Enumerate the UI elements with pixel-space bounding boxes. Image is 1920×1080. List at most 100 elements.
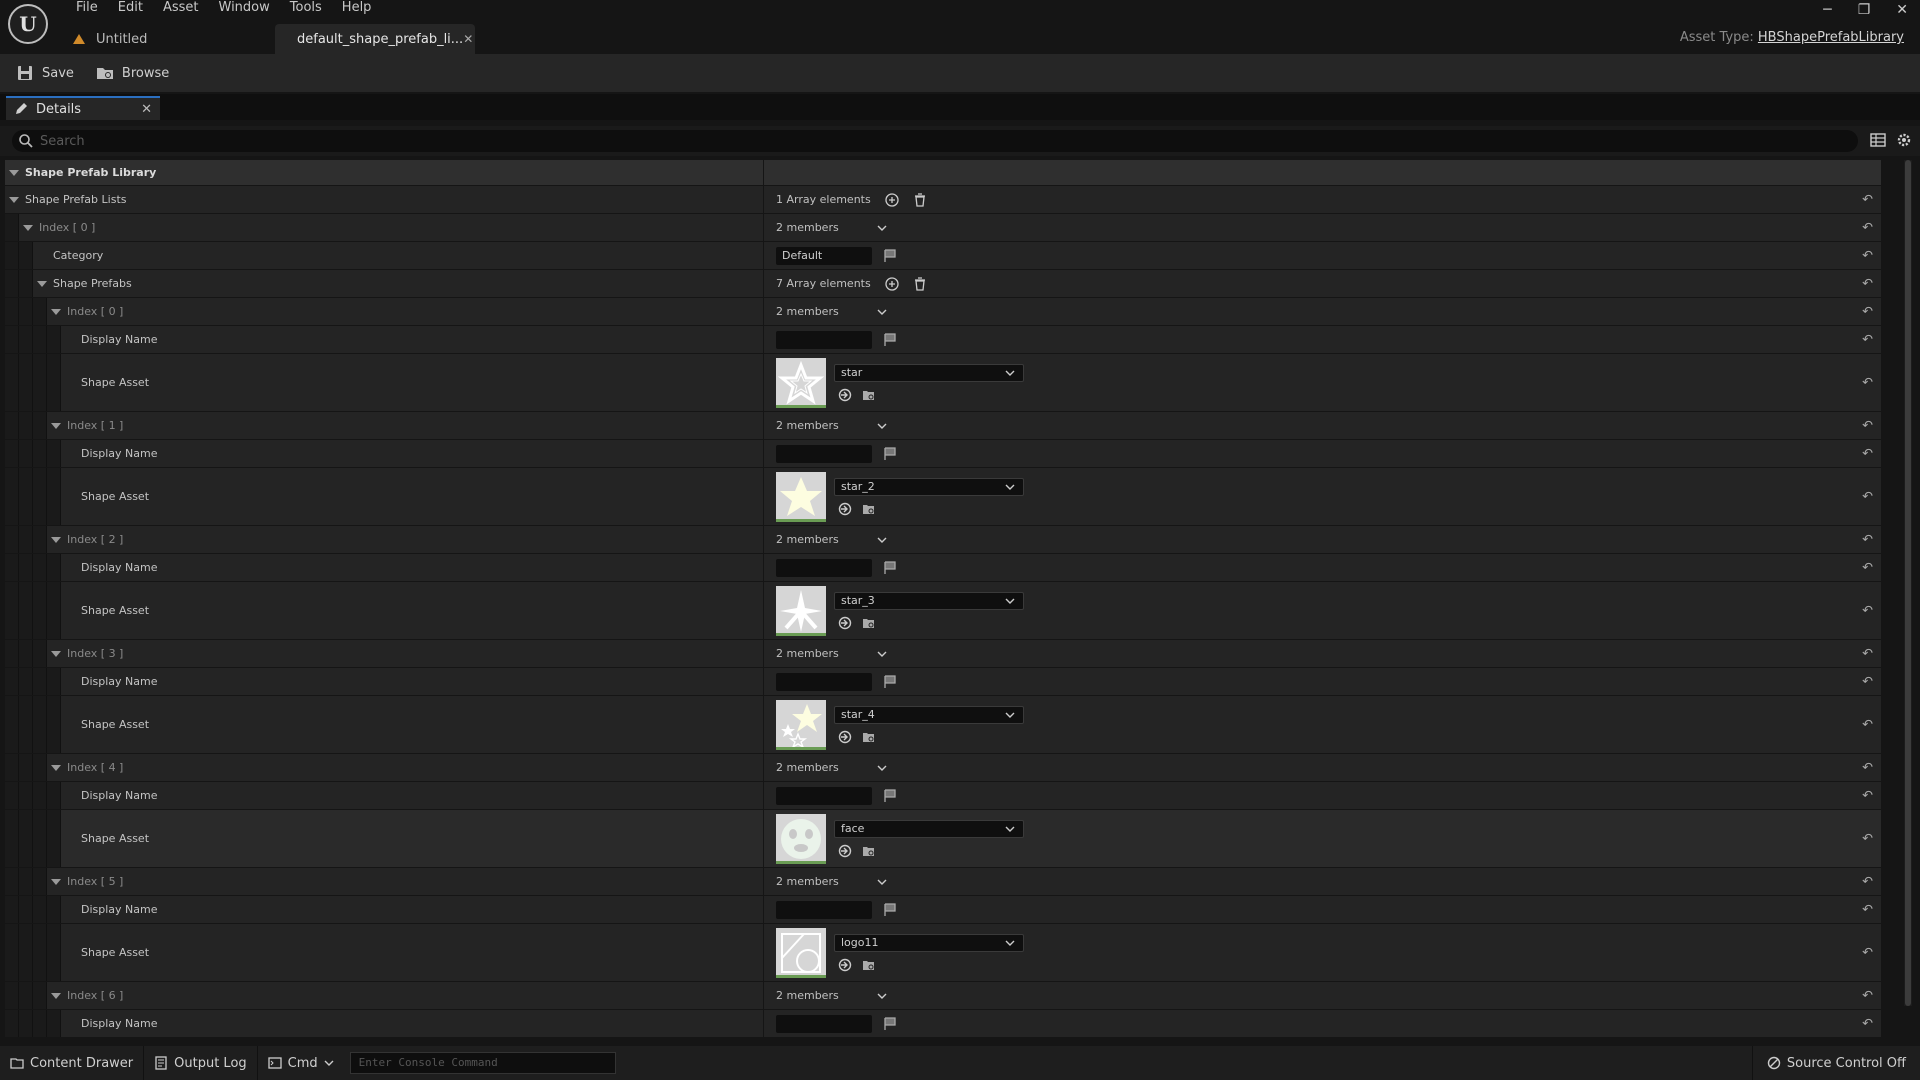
asset-thumbnail[interactable]	[776, 357, 826, 408]
flag-icon[interactable]	[884, 1016, 896, 1031]
flag-icon[interactable]	[884, 560, 896, 575]
reset-icon[interactable]: ↶	[1862, 674, 1873, 689]
reset-icon[interactable]: ↶	[1862, 874, 1873, 889]
reset-icon[interactable]: ↶	[1862, 248, 1873, 263]
flag-icon[interactable]	[884, 674, 896, 689]
collapse-arrow-icon[interactable]	[51, 764, 61, 771]
chevron-down-icon[interactable]	[877, 991, 887, 1001]
add-element-icon[interactable]	[885, 276, 899, 291]
reset-icon[interactable]: ↶	[1862, 304, 1873, 319]
chevron-down-icon[interactable]	[877, 421, 887, 431]
trash-icon[interactable]	[913, 192, 927, 207]
use-selected-icon[interactable]	[838, 844, 852, 858]
scrollbar[interactable]	[1904, 160, 1912, 1006]
search-input[interactable]: Search	[12, 130, 1858, 152]
asset-combo[interactable]: face	[834, 819, 1024, 838]
collapse-arrow-icon[interactable]	[51, 422, 61, 429]
collapse-arrow-icon[interactable]	[51, 308, 61, 315]
browse-button[interactable]: Browse	[96, 64, 169, 82]
flag-icon[interactable]	[884, 446, 896, 461]
reset-icon[interactable]: ↶	[1862, 489, 1873, 504]
reset-icon[interactable]: ↶	[1862, 446, 1873, 461]
console-input[interactable]: Enter Console Command	[349, 1052, 616, 1074]
flag-icon[interactable]	[884, 332, 896, 347]
reset-icon[interactable]: ↶	[1862, 945, 1873, 960]
asset-combo[interactable]: star_3	[834, 591, 1024, 610]
browse-asset-icon[interactable]	[862, 844, 876, 858]
asset-combo[interactable]: star_2	[834, 477, 1024, 496]
minimize-icon[interactable]: ─	[1823, 2, 1831, 18]
chevron-down-icon[interactable]	[877, 877, 887, 887]
reset-icon[interactable]: ↶	[1862, 532, 1873, 547]
cmd-dropdown[interactable]: Cmd	[258, 1046, 344, 1080]
flag-icon[interactable]	[884, 248, 896, 263]
reset-icon[interactable]: ↶	[1862, 788, 1873, 803]
add-element-icon[interactable]	[885, 192, 899, 207]
menu-file[interactable]: File	[66, 0, 108, 16]
category-shape-prefab-library[interactable]: Shape Prefab Library	[5, 160, 1881, 186]
menu-tools[interactable]: Tools	[280, 0, 332, 16]
chevron-down-icon[interactable]	[877, 763, 887, 773]
close-tab-icon[interactable]: ✕	[463, 32, 473, 46]
reset-icon[interactable]: ↶	[1862, 760, 1873, 775]
display-name-field[interactable]	[776, 900, 872, 919]
scrollbar-thumb[interactable]	[1905, 160, 1911, 1006]
browse-asset-icon[interactable]	[862, 388, 876, 402]
reset-icon[interactable]: ↶	[1862, 902, 1873, 917]
asset-thumbnail[interactable]	[776, 585, 826, 636]
source-control-button[interactable]: Source Control Off	[1751, 1046, 1920, 1080]
asset-combo[interactable]: star	[834, 363, 1024, 382]
menu-edit[interactable]: Edit	[108, 0, 153, 16]
collapse-arrow-icon[interactable]	[37, 280, 47, 287]
unreal-logo-icon[interactable]: U	[8, 4, 48, 44]
content-drawer-button[interactable]: Content Drawer	[0, 1046, 145, 1080]
collapse-arrow-icon[interactable]	[51, 650, 61, 657]
flag-icon[interactable]	[884, 788, 896, 803]
menu-window[interactable]: Window	[209, 0, 280, 16]
display-name-field[interactable]	[776, 330, 872, 349]
tab-untitled[interactable]: Untitled	[60, 24, 275, 54]
close-window-icon[interactable]: ✕	[1896, 2, 1908, 18]
browse-asset-icon[interactable]	[862, 502, 876, 516]
save-button[interactable]: Save	[16, 64, 74, 82]
collapse-arrow-icon[interactable]	[51, 992, 61, 999]
chevron-down-icon[interactable]	[877, 223, 887, 233]
reset-icon[interactable]: ↶	[1862, 988, 1873, 1003]
browse-asset-icon[interactable]	[862, 616, 876, 630]
restore-icon[interactable]: ❐	[1858, 2, 1871, 18]
browse-asset-icon[interactable]	[862, 730, 876, 744]
tab-details[interactable]: Details ✕	[6, 96, 160, 120]
chevron-down-icon[interactable]	[877, 307, 887, 317]
display-name-field[interactable]	[776, 672, 872, 691]
tab-shape-prefab-library[interactable]: default_shape_prefab_li... ✕	[275, 24, 475, 54]
display-name-field[interactable]	[776, 444, 872, 463]
output-log-button[interactable]: Output Log	[144, 1046, 258, 1080]
reset-icon[interactable]: ↶	[1862, 418, 1873, 433]
reset-icon[interactable]: ↶	[1862, 717, 1873, 732]
reset-icon[interactable]: ↶	[1862, 1016, 1873, 1031]
category-field[interactable]: Default	[776, 246, 872, 265]
use-selected-icon[interactable]	[838, 502, 852, 516]
trash-icon[interactable]	[913, 276, 927, 291]
flag-icon[interactable]	[884, 902, 896, 917]
reset-icon[interactable]: ↶	[1862, 276, 1873, 291]
collapse-arrow-icon[interactable]	[9, 169, 19, 176]
asset-type-link[interactable]: HBShapePrefabLibrary	[1758, 30, 1904, 45]
asset-thumbnail[interactable]	[776, 699, 826, 750]
reset-icon[interactable]: ↶	[1862, 603, 1873, 618]
asset-combo[interactable]: logo11	[834, 933, 1024, 952]
collapse-arrow-icon[interactable]	[23, 224, 33, 231]
reset-icon[interactable]: ↶	[1862, 560, 1873, 575]
display-name-field[interactable]	[776, 786, 872, 805]
table-view-icon[interactable]	[1870, 132, 1886, 148]
reset-icon[interactable]: ↶	[1862, 220, 1873, 235]
browse-asset-icon[interactable]	[862, 958, 876, 972]
display-name-field[interactable]	[776, 1014, 872, 1033]
reset-icon[interactable]: ↶	[1862, 192, 1873, 207]
collapse-arrow-icon[interactable]	[51, 536, 61, 543]
chevron-down-icon[interactable]	[877, 649, 887, 659]
settings-gear-icon[interactable]	[1896, 132, 1912, 148]
reset-icon[interactable]: ↶	[1862, 375, 1873, 390]
reset-icon[interactable]: ↶	[1862, 332, 1873, 347]
reset-icon[interactable]: ↶	[1862, 646, 1873, 661]
